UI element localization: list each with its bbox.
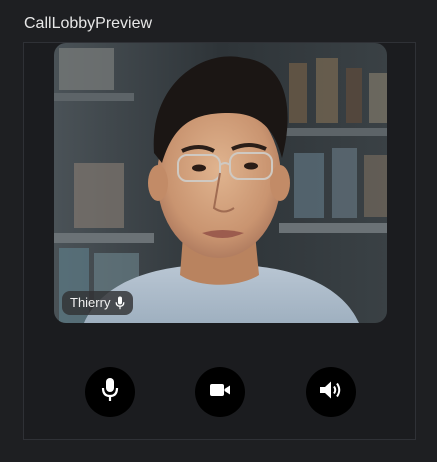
- microphone-icon: [115, 296, 125, 310]
- window-title: CallLobbyPreview: [24, 15, 153, 32]
- toggle-camera-button[interactable]: [195, 367, 245, 417]
- speaker-volume-icon: [318, 379, 344, 406]
- video-preview: [54, 43, 387, 323]
- camera-feed-image: [54, 43, 387, 323]
- toggle-microphone-button[interactable]: [85, 367, 135, 417]
- toggle-speaker-button[interactable]: [306, 367, 356, 417]
- video-camera-icon: [209, 382, 231, 403]
- participant-name: Thierry: [70, 295, 111, 310]
- participant-name-tag: Thierry: [62, 291, 134, 315]
- microphone-icon: [101, 377, 119, 408]
